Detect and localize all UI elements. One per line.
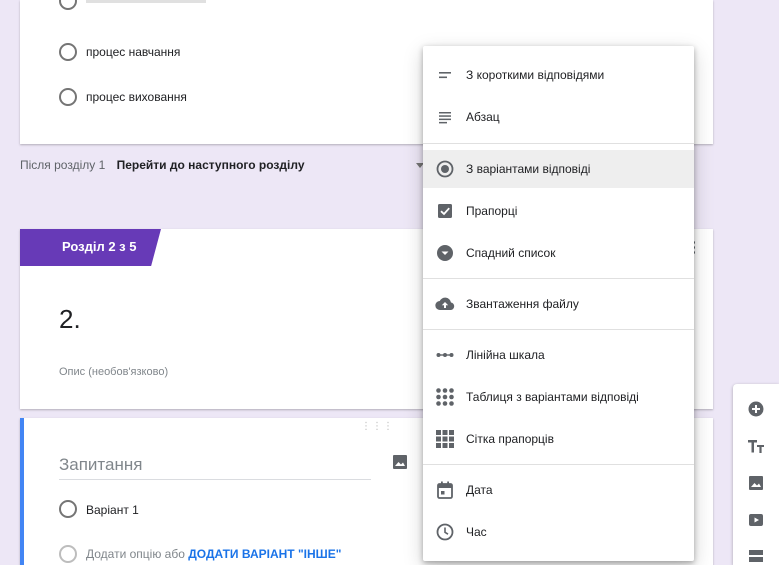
linear-scale-icon [433,343,457,367]
menu-item-label: Спадний список [466,246,556,260]
menu-item-label: Абзац [466,110,500,124]
menu-divider [423,329,694,330]
after-section-select[interactable]: Перейти до наступного розділу [117,158,305,172]
grid-radio-icon [433,385,457,409]
menu-item-label: Дата [466,483,493,497]
clock-icon [433,520,457,544]
menu-item-short-answer[interactable]: З короткими відповідями [423,56,694,94]
menu-divider [423,143,694,144]
question-title-input[interactable]: Запитання [59,455,371,480]
menu-item-label: З короткими відповідями [466,68,605,82]
after-section-label: Після розділу 1 [20,158,106,172]
option-radio[interactable] [59,500,77,518]
menu-item-checkbox-grid[interactable]: Сітка прапорців [423,420,694,458]
option-label[interactable]: Варіант 1 [86,503,139,517]
radio-icon [433,157,457,181]
clipped-option-text [86,0,206,3]
menu-item-label: Звантаження файлу [466,297,579,311]
menu-divider [423,278,694,279]
menu-item-date[interactable]: Дата [423,471,694,509]
add-other-link[interactable]: ДОДАТИ ВАРІАНТ "ІНШЕ" [188,547,341,561]
menu-item-file-upload[interactable]: Звантаження файлу [423,285,694,323]
menu-item-label: Лінійна шкала [466,348,545,362]
side-toolbar [733,384,779,565]
or-label: або [164,547,185,561]
focus-indicator [20,418,24,565]
checkbox-icon [433,199,457,223]
drag-handle-icon[interactable]: ⋮⋮⋮ [361,422,394,432]
menu-divider [423,464,694,465]
calendar-icon [433,478,457,502]
dropdown-icon [433,241,457,265]
add-image-icon[interactable] [747,474,765,492]
add-question-icon[interactable] [747,400,765,418]
add-video-icon[interactable] [747,511,765,529]
menu-item-label: З варіантами відповіді [466,162,591,176]
menu-item-linear-scale[interactable]: Лінійна шкала [423,336,694,374]
add-option-row: Додати опцію або ДОДАТИ ВАРІАНТ "ІНШЕ" [86,547,341,561]
add-image-icon[interactable] [392,454,408,475]
paragraph-icon [433,105,457,129]
add-option-radio [59,545,77,563]
menu-item-multiple-choice[interactable]: З варіантами відповіді [423,150,694,188]
menu-item-dropdown[interactable]: Спадний список [423,234,694,272]
add-section-icon[interactable] [747,547,765,565]
menu-item-multiple-choice-grid[interactable]: Таблиця з варіантами відповіді [423,378,694,416]
section-title[interactable]: 2. [59,304,81,335]
menu-item-label: Таблиця з варіантами відповіді [466,390,639,404]
section-tag: Розділ 2 з 5 [20,229,161,266]
add-option-link[interactable]: Додати опцію [86,547,161,561]
option-radio[interactable] [59,88,77,106]
option-radio[interactable] [59,43,77,61]
question-type-menu: З короткими відповідями Абзац З варіанта… [423,46,694,561]
upload-icon [433,292,457,316]
menu-item-label: Прапорці [466,204,518,218]
section-description[interactable]: Опис (необов'язково) [59,366,168,378]
short-answer-icon [433,63,457,87]
option-radio[interactable] [59,0,77,10]
grid-checkbox-icon [433,427,457,451]
add-title-icon[interactable] [747,437,765,455]
after-section-nav[interactable]: Після розділу 1 Перейти до наступного ро… [20,158,305,172]
menu-item-label: Час [466,525,487,539]
menu-item-time[interactable]: Час [423,513,694,551]
option-label: процес виховання [86,90,187,104]
menu-item-paragraph[interactable]: Абзац [423,98,694,136]
menu-item-label: Сітка прапорців [466,432,554,446]
menu-item-checkboxes[interactable]: Прапорці [423,192,694,230]
option-label: процес навчання [86,45,181,59]
